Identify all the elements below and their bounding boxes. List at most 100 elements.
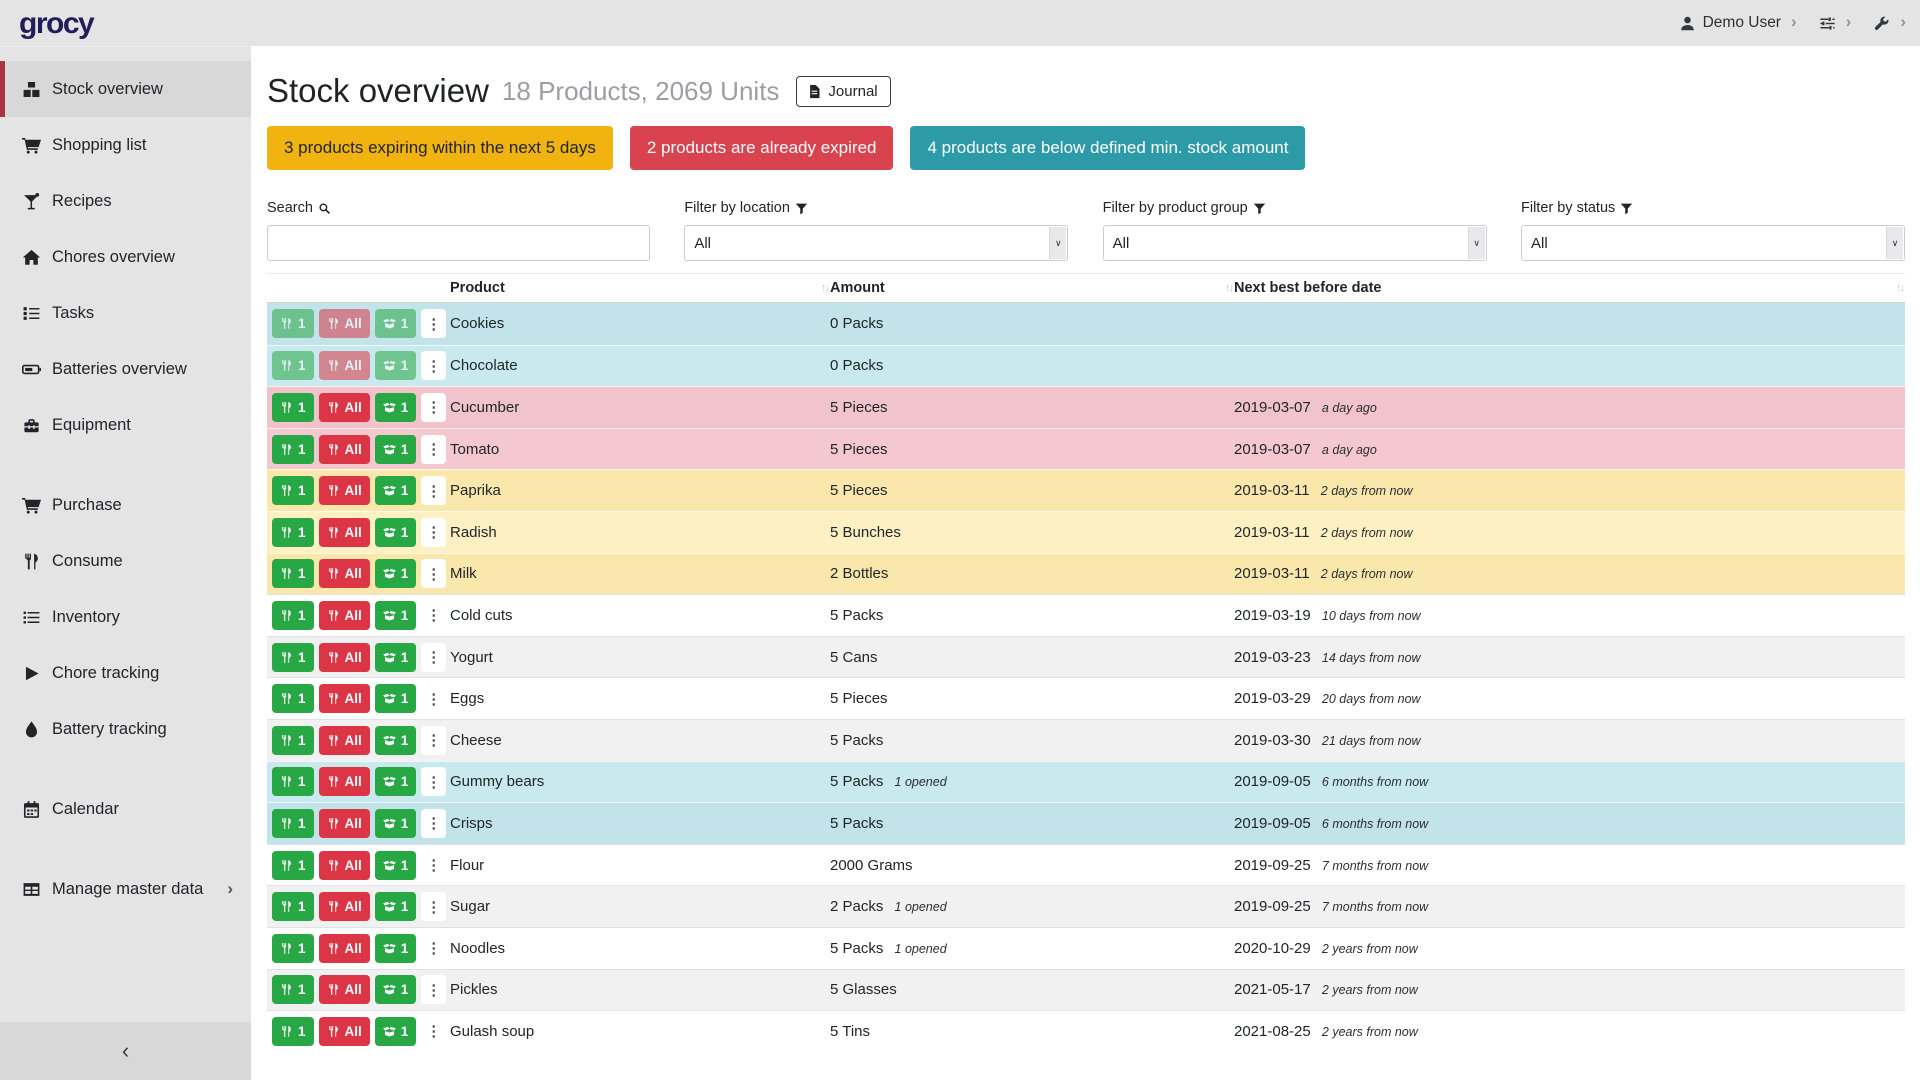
open-one-button[interactable]: 1	[375, 1017, 417, 1046]
open-one-button[interactable]: 1	[375, 809, 417, 838]
row-menu-button[interactable]: ⋮	[421, 393, 446, 422]
consume-all-button[interactable]: All	[319, 518, 370, 547]
open-one-button[interactable]: 1	[375, 351, 417, 380]
product-group-select[interactable]: All ∨	[1103, 225, 1487, 261]
open-one-button[interactable]: 1	[375, 892, 417, 921]
sidebar-item-manage-master-data[interactable]: Manage master data ›	[0, 861, 251, 917]
open-one-button[interactable]: 1	[375, 559, 417, 588]
consume-one-button[interactable]: 1	[272, 684, 314, 713]
row-menu-button[interactable]: ⋮	[421, 767, 446, 796]
row-menu-button[interactable]: ⋮	[421, 601, 446, 630]
sidebar-item-equipment[interactable]: Equipment	[0, 397, 251, 453]
row-menu-button[interactable]: ⋮	[421, 643, 446, 672]
consume-all-button[interactable]: All	[319, 476, 370, 505]
consume-all-button[interactable]: All	[319, 975, 370, 1004]
row-menu-button[interactable]: ⋮	[421, 476, 446, 505]
open-one-button[interactable]: 1	[375, 975, 417, 1004]
consume-all-button[interactable]: All	[319, 892, 370, 921]
row-menu-button[interactable]: ⋮	[421, 726, 446, 755]
sidebar-item-chore-tracking[interactable]: Chore tracking	[0, 645, 251, 701]
search-input[interactable]	[267, 225, 650, 261]
row-menu-button[interactable]: ⋮	[421, 559, 446, 588]
row-menu-button[interactable]: ⋮	[421, 975, 446, 1004]
consume-one-button[interactable]: 1	[272, 767, 314, 796]
sidebar-item-recipes[interactable]: Recipes	[0, 173, 251, 229]
sidebar-item-chores-overview[interactable]: Chores overview	[0, 229, 251, 285]
status-select[interactable]: All ∨	[1521, 225, 1905, 261]
sidebar-item-tasks[interactable]: Tasks	[0, 285, 251, 341]
alert-badge[interactable]: 4 products are below defined min. stock …	[910, 126, 1305, 170]
journal-button[interactable]: Journal	[796, 76, 890, 107]
row-menu-button[interactable]: ⋮	[421, 934, 446, 963]
alert-badge[interactable]: 3 products expiring within the next 5 da…	[267, 126, 613, 170]
row-menu-button[interactable]: ⋮	[421, 684, 446, 713]
sidebar-collapse-button[interactable]: ‹	[0, 1022, 251, 1080]
row-menu-button[interactable]: ⋮	[421, 309, 446, 338]
consume-all-button[interactable]: All	[319, 309, 370, 338]
consume-all-button[interactable]: All	[319, 934, 370, 963]
consume-all-button[interactable]: All	[319, 684, 370, 713]
consume-one-button[interactable]: 1	[272, 809, 314, 838]
consume-all-button[interactable]: All	[319, 643, 370, 672]
consume-one-button[interactable]: 1	[272, 476, 314, 505]
consume-all-button[interactable]: All	[319, 351, 370, 380]
location-select[interactable]: All ∨	[684, 225, 1068, 261]
open-one-button[interactable]: 1	[375, 851, 417, 880]
consume-all-button[interactable]: All	[319, 851, 370, 880]
consume-one-button[interactable]: 1	[272, 892, 314, 921]
consume-all-button[interactable]: All	[319, 1017, 370, 1046]
row-menu-button[interactable]: ⋮	[421, 518, 446, 547]
consume-all-button[interactable]: All	[319, 767, 370, 796]
open-one-button[interactable]: 1	[375, 309, 417, 338]
consume-all-button[interactable]: All	[319, 393, 370, 422]
consume-one-button[interactable]: 1	[272, 309, 314, 338]
consume-one-button[interactable]: 1	[272, 726, 314, 755]
row-menu-button[interactable]: ⋮	[421, 351, 446, 380]
user-menu[interactable]: Demo User ›	[1679, 12, 1797, 34]
consume-one-button[interactable]: 1	[272, 435, 314, 464]
open-one-button[interactable]: 1	[375, 518, 417, 547]
open-one-button[interactable]: 1	[375, 393, 417, 422]
row-menu-button[interactable]: ⋮	[421, 1017, 446, 1046]
consume-one-button[interactable]: 1	[272, 934, 314, 963]
consume-all-button[interactable]: All	[319, 726, 370, 755]
sidebar-item-shopping-list[interactable]: Shopping list	[0, 117, 251, 173]
sidebar-item-battery-tracking[interactable]: Battery tracking	[0, 701, 251, 757]
consume-one-button[interactable]: 1	[272, 601, 314, 630]
sidebar-item-purchase[interactable]: Purchase	[0, 477, 251, 533]
date-column-header[interactable]: Next best before date ↑↓	[1234, 280, 1905, 296]
consume-one-button[interactable]: 1	[272, 351, 314, 380]
open-one-button[interactable]: 1	[375, 726, 417, 755]
settings-menu[interactable]: ›	[1819, 12, 1852, 34]
open-one-button[interactable]: 1	[375, 476, 417, 505]
consume-one-button[interactable]: 1	[272, 518, 314, 547]
app-logo[interactable]: grocy	[19, 7, 93, 41]
admin-menu[interactable]: ›	[1873, 12, 1906, 34]
product-column-header[interactable]: Product ↑↓	[450, 280, 830, 296]
sidebar-item-consume[interactable]: Consume	[0, 533, 251, 589]
open-one-button[interactable]: 1	[375, 643, 417, 672]
sidebar-item-inventory[interactable]: Inventory	[0, 589, 251, 645]
open-one-button[interactable]: 1	[375, 601, 417, 630]
sidebar-item-batteries-overview[interactable]: Batteries overview	[0, 341, 251, 397]
consume-one-button[interactable]: 1	[272, 643, 314, 672]
amount-column-header[interactable]: Amount ↑↓	[830, 280, 1234, 296]
row-menu-button[interactable]: ⋮	[421, 892, 446, 921]
sidebar-item-stock-overview[interactable]: Stock overview	[0, 61, 251, 117]
consume-all-button[interactable]: All	[319, 559, 370, 588]
row-menu-button[interactable]: ⋮	[421, 435, 446, 464]
open-one-button[interactable]: 1	[375, 767, 417, 796]
open-one-button[interactable]: 1	[375, 435, 417, 464]
consume-one-button[interactable]: 1	[272, 393, 314, 422]
consume-one-button[interactable]: 1	[272, 851, 314, 880]
sidebar-item-calendar[interactable]: Calendar	[0, 781, 251, 837]
row-menu-button[interactable]: ⋮	[421, 809, 446, 838]
open-one-button[interactable]: 1	[375, 934, 417, 963]
consume-all-button[interactable]: All	[319, 601, 370, 630]
consume-one-button[interactable]: 1	[272, 559, 314, 588]
consume-one-button[interactable]: 1	[272, 975, 314, 1004]
row-menu-button[interactable]: ⋮	[421, 851, 446, 880]
consume-all-button[interactable]: All	[319, 435, 370, 464]
alert-badge[interactable]: 2 products are already expired	[630, 126, 894, 170]
consume-one-button[interactable]: 1	[272, 1017, 314, 1046]
